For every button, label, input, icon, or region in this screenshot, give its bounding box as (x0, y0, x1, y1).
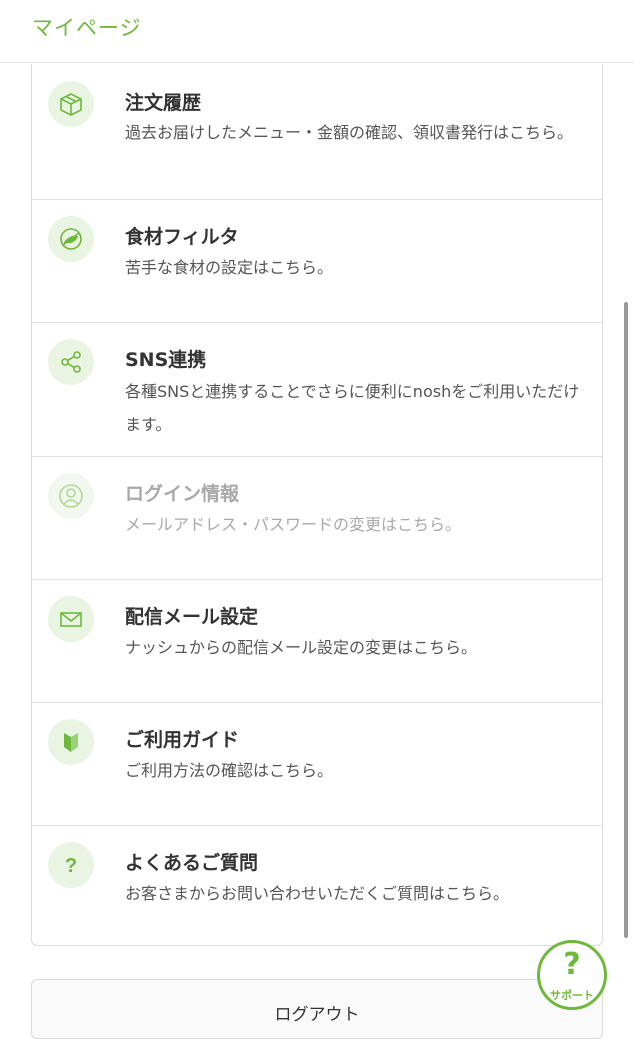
mail-icon (48, 596, 94, 642)
menu-item-title: よくあるご質問 (125, 852, 259, 874)
menu-item-title: 注文履歴 (125, 92, 202, 114)
menu-item-food-filter[interactable]: 食材フィルタ 苦手な食材の設定はこちら。 (32, 200, 602, 323)
scrollbar[interactable] (624, 302, 628, 938)
support-label: サポート (550, 989, 594, 1002)
logout-label: ログアウト (274, 1005, 360, 1025)
user-icon (48, 473, 94, 519)
menu-item-desc: ナッシュからの配信メール設定の変更はこちら。 (125, 638, 478, 657)
share-icon (48, 339, 94, 385)
menu-item-desc: ご利用方法の確認はこちら。 (125, 761, 334, 780)
support-button[interactable]: ? サポート (537, 940, 607, 1010)
menu-item-desc: 過去お届けしたメニュー・金額の確認、領収書発行はこちら。 (125, 123, 574, 142)
page-title: マイページ (32, 16, 142, 40)
menu-item-desc: お客さまからお問い合わせいただくご質問はこちら。 (125, 884, 510, 903)
menu-item-mail-settings[interactable]: 配信メール設定 ナッシュからの配信メール設定の変更はこちら。 (32, 580, 602, 703)
svg-text:?: ? (65, 855, 77, 877)
menu-list: 注文履歴 過去お届けしたメニュー・金額の確認、領収書発行はこちら。 食材フィルタ… (31, 64, 603, 946)
menu-item-faq[interactable]: ? よくあるご質問 お客さまからお問い合わせいただくご質問はこちら。 (32, 826, 602, 945)
menu-item-desc: 各種SNSと連携することでさらに便利にnoshをご利用いただけます。 (125, 382, 580, 434)
package-icon (48, 81, 94, 127)
menu-item-title: ご利用ガイド (125, 729, 240, 751)
menu-item-title: 食材フィルタ (125, 226, 239, 248)
menu-item-desc: メールアドレス・パスワードの変更はこちら。 (125, 515, 462, 534)
menu-item-title: ログイン情報 (125, 483, 240, 505)
menu-item-desc: 苦手な食材の設定はこちら。 (125, 258, 334, 277)
logout-button[interactable]: ログアウト (31, 979, 603, 1039)
menu-item-sns[interactable]: SNS連携 各種SNSと連携することでさらに便利にnoshをご利用いただけます。 (32, 323, 602, 457)
header: マイページ (0, 0, 634, 63)
menu-item-title: SNS連携 (125, 349, 207, 371)
menu-item-login-info[interactable]: ログイン情報 メールアドレス・パスワードの変更はこちら。 (32, 457, 602, 580)
food-filter-icon (48, 216, 94, 262)
support-question-icon: ? (563, 947, 581, 982)
beginner-mark-icon (48, 719, 94, 765)
menu-item-user-guide[interactable]: ご利用ガイド ご利用方法の確認はこちら。 (32, 703, 602, 826)
menu-item-title: 配信メール設定 (125, 606, 259, 628)
menu-item-order-history[interactable]: 注文履歴 過去お届けしたメニュー・金額の確認、領収書発行はこちら。 (32, 64, 602, 200)
question-icon: ? (48, 842, 94, 888)
